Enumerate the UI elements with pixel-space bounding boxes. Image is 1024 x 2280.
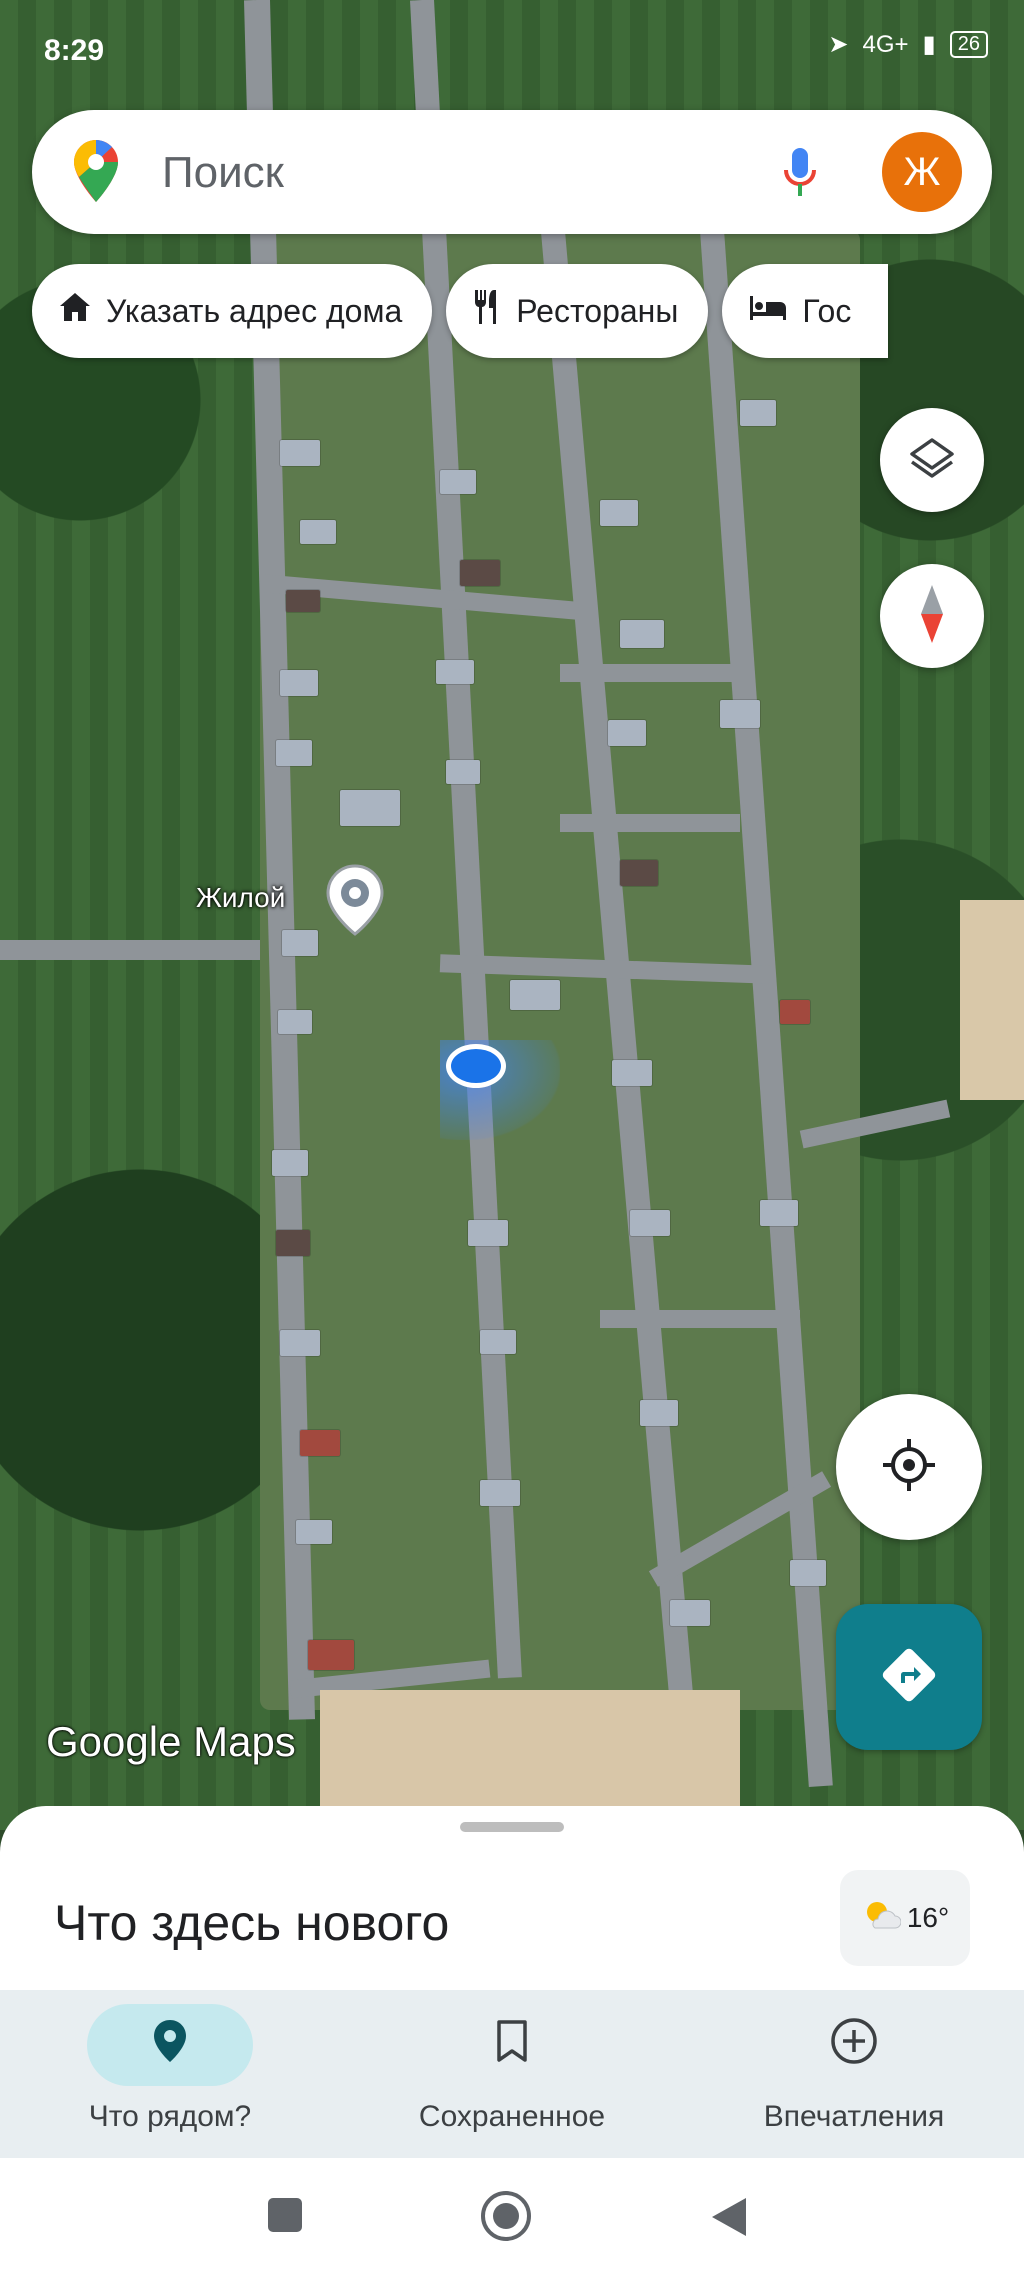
compass-icon xyxy=(917,583,947,650)
road xyxy=(560,814,740,832)
nav-explore[interactable]: Что рядом? xyxy=(20,2004,320,2134)
microphone-icon[interactable] xyxy=(782,146,818,205)
chip-label: Рестораны xyxy=(516,292,679,329)
house xyxy=(740,400,776,426)
house xyxy=(278,1010,312,1034)
house xyxy=(510,980,560,1010)
signal-icon: ▮ xyxy=(922,31,936,58)
add-circle-icon xyxy=(829,2016,879,2074)
house xyxy=(620,620,664,648)
search-bar[interactable]: Поиск Ж xyxy=(32,110,992,234)
layers-button[interactable] xyxy=(880,408,984,512)
chip-home-address[interactable]: Указать адрес дома xyxy=(32,264,433,358)
sheet-handle[interactable] xyxy=(460,1822,564,1832)
house xyxy=(780,1000,810,1024)
house xyxy=(630,1210,670,1236)
bottom-navigation: Что рядом? Сохраненное Впечатления xyxy=(0,1990,1024,2158)
house xyxy=(790,1560,826,1586)
current-location-dot xyxy=(446,1044,506,1088)
home-icon xyxy=(58,291,92,331)
weather-chip[interactable]: 16° xyxy=(840,1870,970,1966)
house xyxy=(468,1220,508,1246)
nav-icon-wrap xyxy=(771,2004,937,2086)
house xyxy=(308,1640,354,1670)
house xyxy=(276,740,312,766)
house xyxy=(440,470,476,494)
house xyxy=(612,1060,652,1086)
nav-label: Впечатления xyxy=(763,2100,945,2133)
road xyxy=(0,940,260,960)
house xyxy=(436,660,474,684)
house xyxy=(446,760,480,784)
nav-active-indicator xyxy=(87,2004,253,2086)
house xyxy=(300,520,336,544)
house xyxy=(640,1400,678,1426)
house xyxy=(280,1330,320,1356)
chip-label: Гос xyxy=(802,292,852,329)
house xyxy=(340,790,400,826)
chip-label: Указать адрес дома xyxy=(106,292,403,329)
house xyxy=(272,1150,308,1176)
road xyxy=(560,664,740,682)
house xyxy=(276,1230,310,1256)
layers-icon xyxy=(908,434,956,487)
house xyxy=(280,670,318,696)
house xyxy=(480,1480,520,1506)
house xyxy=(280,440,320,466)
nav-label: Сохраненное xyxy=(418,2100,606,2133)
nav-label: Что рядом? xyxy=(88,2100,252,2133)
house xyxy=(460,560,500,586)
back-button[interactable] xyxy=(710,2196,748,2243)
house xyxy=(480,1330,516,1354)
location-arrow-icon: ➤ xyxy=(828,31,849,58)
house xyxy=(608,720,646,746)
system-navigation-bar xyxy=(0,2158,1024,2280)
house xyxy=(620,860,658,886)
chip-restaurants[interactable]: Рестораны xyxy=(446,264,709,358)
avatar[interactable]: Ж xyxy=(882,132,962,212)
house xyxy=(296,1520,332,1544)
my-location-button[interactable] xyxy=(836,1394,982,1540)
house xyxy=(760,1200,798,1226)
my-location-icon xyxy=(879,1435,939,1500)
google-maps-watermark: Google Maps xyxy=(46,1718,296,1765)
house xyxy=(300,1430,340,1456)
network-label: 4G+ xyxy=(862,30,909,58)
house xyxy=(282,930,318,956)
bookmark-icon xyxy=(495,2019,529,2071)
sheet-title: Что здесь нового xyxy=(54,1895,450,1951)
recent-apps-button[interactable] xyxy=(266,2196,304,2239)
directions-icon xyxy=(879,1645,939,1710)
bottom-sheet[interactable]: Что здесь нового 16° xyxy=(0,1806,1024,1996)
chip-hotels[interactable]: Гос xyxy=(722,264,889,358)
restaurant-icon xyxy=(472,288,502,334)
hotel-icon xyxy=(748,293,788,330)
status-time: 8:29 xyxy=(44,34,105,67)
house xyxy=(600,500,638,526)
road xyxy=(600,1310,800,1328)
status-icons: ➤ 4G+ ▮ 26 xyxy=(828,30,988,59)
partly-cloudy-icon xyxy=(861,1898,902,1939)
field xyxy=(960,900,1024,1100)
nav-saved[interactable]: Сохраненное xyxy=(362,2004,662,2134)
compass-button[interactable] xyxy=(880,564,984,668)
place-pin-icon[interactable] xyxy=(324,864,386,941)
home-button[interactable] xyxy=(480,2190,532,2247)
house xyxy=(670,1600,710,1626)
weather-temp: 16° xyxy=(906,1902,950,1933)
status-bar: 8:29 ➤ 4G+ ▮ 26 xyxy=(0,0,1024,100)
directions-button[interactable] xyxy=(836,1604,982,1750)
place-label[interactable]: Жилой xyxy=(196,882,285,914)
category-chips: Указать адрес дома Рестораны Гос xyxy=(32,264,889,360)
maps-logo-icon xyxy=(74,140,118,207)
explore-pin-icon xyxy=(152,2018,188,2072)
search-placeholder[interactable]: Поиск xyxy=(162,148,284,198)
nav-contribute[interactable]: Впечатления xyxy=(704,2004,1004,2134)
nav-icon-wrap xyxy=(429,2004,595,2086)
battery-indicator: 26 xyxy=(949,31,988,58)
house xyxy=(720,700,760,728)
house xyxy=(286,590,320,612)
